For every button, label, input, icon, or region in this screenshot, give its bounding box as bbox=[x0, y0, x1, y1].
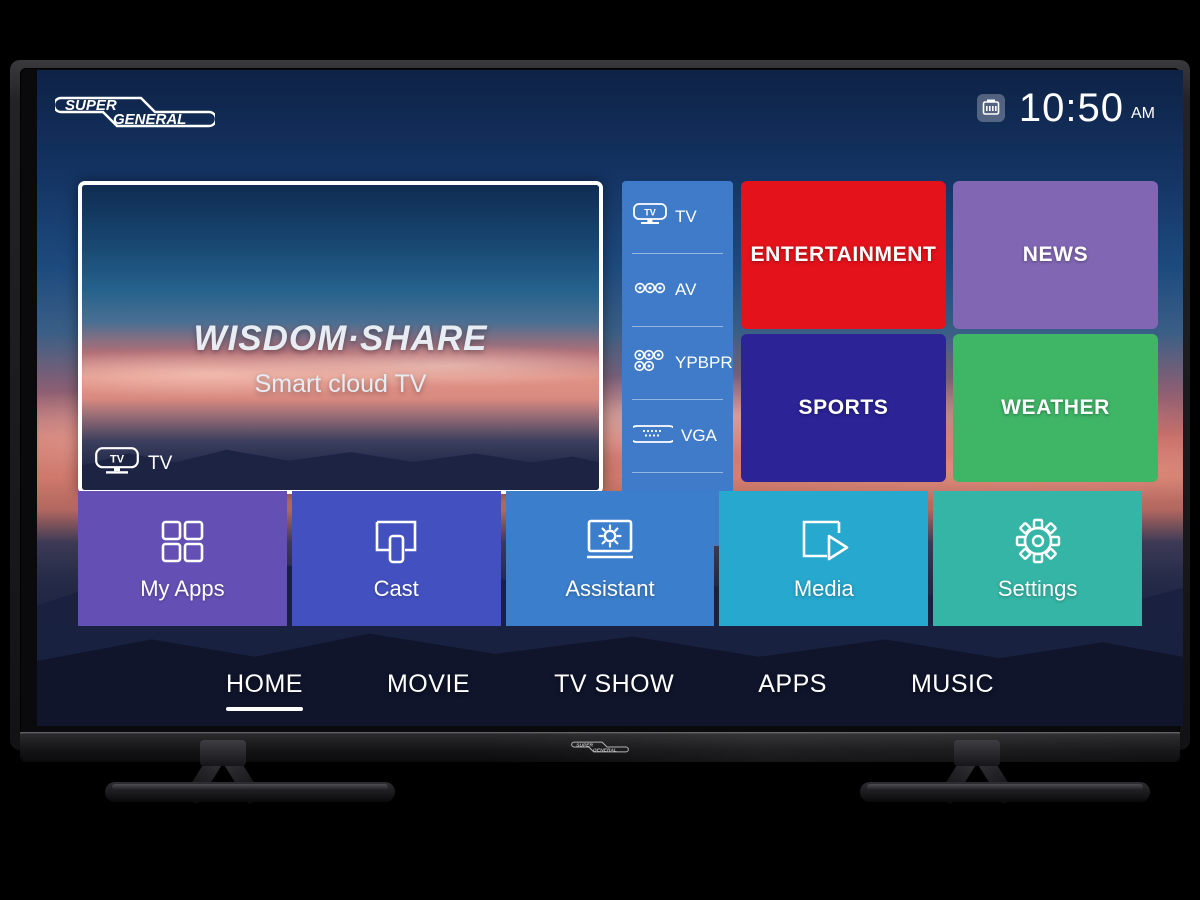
source-item-av[interactable]: AV bbox=[622, 254, 733, 326]
assistant-sun-icon bbox=[579, 516, 641, 568]
media-play-icon bbox=[793, 516, 855, 568]
brand-logo-word2: GENERAL bbox=[113, 111, 186, 128]
preview-source-badge: TV TV bbox=[95, 447, 172, 480]
cast-screen-icon bbox=[365, 516, 427, 568]
brand-logo: SUPER GENERAL bbox=[52, 92, 218, 132]
source-label-vga: VGA bbox=[681, 426, 717, 445]
app-tile-my-apps[interactable]: My Apps bbox=[78, 491, 287, 626]
nav-item-movie[interactable]: MOVIE bbox=[377, 670, 480, 699]
status-header: SUPER GENERAL 10:50 AM bbox=[37, 70, 1183, 146]
category-label-sports: SPORTS bbox=[798, 396, 889, 419]
nav-label-movie: MOVIE bbox=[386, 670, 471, 698]
category-label-weather: WEATHER bbox=[1001, 396, 1110, 419]
category-tile-entertainment[interactable]: ENTERTAINMENT bbox=[741, 181, 946, 329]
bezel-logo-word1: SUPER bbox=[576, 742, 593, 748]
component-ypbpr-icon bbox=[633, 347, 667, 380]
bottom-nav: HOME MOVIE TV SHOW APPS MUSIC bbox=[37, 670, 1183, 726]
source-item-vga[interactable]: VGA bbox=[622, 400, 733, 472]
category-tile-weather[interactable]: WEATHER bbox=[953, 334, 1158, 482]
app-tile-media[interactable]: Media bbox=[719, 491, 929, 626]
preview-badge-label: TV bbox=[148, 452, 173, 474]
nav-label-apps: APPS bbox=[758, 670, 827, 698]
nav-label-home: HOME bbox=[225, 670, 303, 698]
nav-item-home[interactable]: HOME bbox=[216, 670, 313, 711]
clock-area: 10:50 AM bbox=[976, 88, 1155, 128]
app-tile-cast[interactable]: Cast bbox=[291, 491, 501, 626]
app-tile-assistant[interactable]: Assistant bbox=[505, 491, 715, 626]
screenshot-root: SUPER GENERAL 10:50 AM WISDOM·SHARE Smar… bbox=[0, 0, 1200, 900]
category-tile-sports[interactable]: SPORTS bbox=[741, 334, 946, 482]
category-label-entertainment: ENTERTAINMENT bbox=[750, 243, 937, 266]
source-item-tv[interactable]: TV TV bbox=[622, 181, 733, 253]
nav-item-apps[interactable]: APPS bbox=[748, 670, 837, 699]
tv-icon: TV bbox=[95, 447, 139, 480]
nav-item-music[interactable]: MUSIC bbox=[901, 670, 1004, 699]
gear-icon bbox=[1007, 516, 1069, 568]
tv-screen: SUPER GENERAL 10:50 AM WISDOM·SHARE Smar… bbox=[37, 70, 1183, 726]
svg-text:TV: TV bbox=[110, 454, 125, 466]
category-tile-news[interactable]: NEWS bbox=[953, 181, 1158, 329]
rca-av-icon bbox=[633, 276, 667, 305]
svg-text:TV: TV bbox=[644, 207, 656, 217]
tv-icon: TV bbox=[633, 202, 667, 232]
preview-title: WISDOM·SHARE bbox=[193, 319, 488, 359]
category-label-news: NEWS bbox=[1022, 243, 1089, 266]
app-label-cast: Cast bbox=[373, 575, 419, 601]
tv-bottom-bezel: SUPER GENERAL bbox=[20, 732, 1180, 762]
source-label-ypbpr: YPBPR bbox=[675, 353, 733, 372]
nav-label-tv-show: TV SHOW bbox=[554, 670, 675, 698]
bezel-logo-word2: GENERAL bbox=[593, 748, 617, 754]
app-label-assistant: Assistant bbox=[565, 575, 655, 601]
source-divider bbox=[632, 472, 723, 473]
bezel-brand-logo: SUPER GENERAL bbox=[569, 740, 631, 754]
app-tiles-row: My Apps Cast Assistant Media Settings bbox=[78, 491, 1142, 626]
grid-apps-icon bbox=[151, 516, 213, 568]
app-tile-settings[interactable]: Settings bbox=[933, 491, 1142, 626]
clock-time: 10:50 bbox=[1018, 86, 1124, 130]
source-label-av: AV bbox=[675, 280, 697, 299]
preview-panel[interactable]: WISDOM·SHARE Smart cloud TV TV TV bbox=[78, 181, 603, 494]
app-label-media: Media bbox=[793, 575, 854, 601]
nav-item-tv-show[interactable]: TV SHOW bbox=[544, 670, 684, 699]
brand-logo-word1: SUPER bbox=[65, 97, 117, 114]
app-label-my-apps: My Apps bbox=[140, 575, 225, 601]
nav-label-music: MUSIC bbox=[910, 670, 994, 698]
source-item-ypbpr[interactable]: YPBPR bbox=[622, 327, 733, 399]
clock-ampm: AM bbox=[1131, 105, 1155, 122]
ethernet-icon bbox=[976, 93, 1006, 123]
tv-frame: SUPER GENERAL 10:50 AM WISDOM·SHARE Smar… bbox=[10, 60, 1190, 762]
app-label-settings: Settings bbox=[997, 575, 1078, 601]
preview-subtitle: Smart cloud TV bbox=[254, 369, 427, 398]
vga-connector-icon bbox=[628, 423, 678, 450]
nav-active-underline bbox=[225, 707, 303, 711]
source-label-tv: TV bbox=[675, 207, 697, 226]
